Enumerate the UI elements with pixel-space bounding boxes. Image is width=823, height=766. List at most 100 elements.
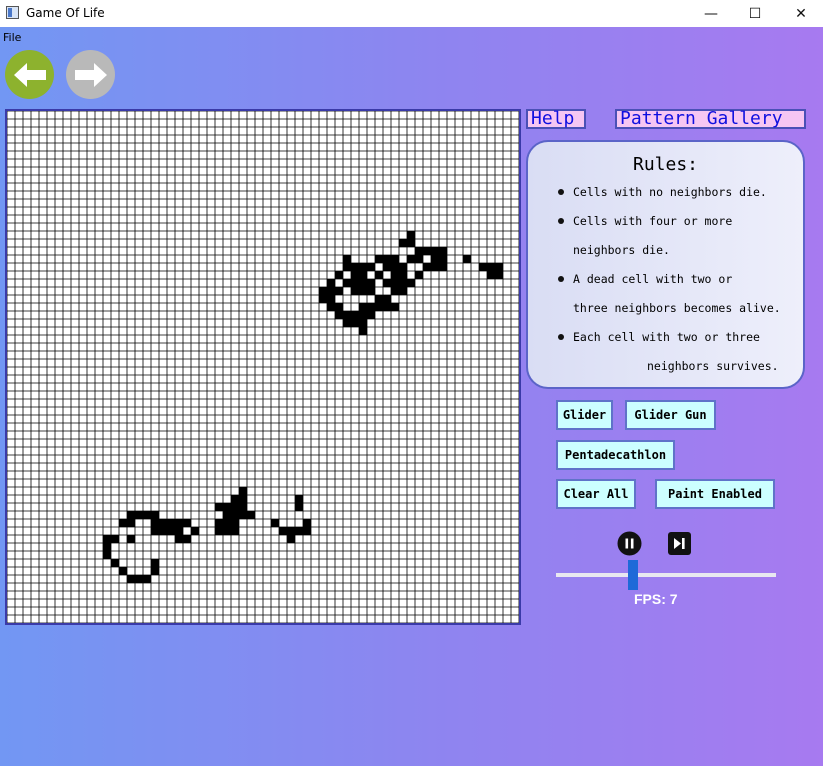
alive-cell[interactable] — [351, 271, 359, 279]
alive-cell[interactable] — [423, 263, 431, 271]
glider-button[interactable]: Glider — [556, 400, 613, 430]
alive-cell[interactable] — [415, 271, 423, 279]
alive-cell[interactable] — [151, 559, 159, 567]
alive-cell[interactable] — [359, 287, 367, 295]
alive-cell[interactable] — [335, 303, 343, 311]
alive-cell[interactable] — [167, 527, 175, 535]
alive-cell[interactable] — [351, 319, 359, 327]
alive-cell[interactable] — [127, 575, 135, 583]
alive-cell[interactable] — [407, 279, 415, 287]
alive-cell[interactable] — [407, 239, 415, 247]
alive-cell[interactable] — [183, 519, 191, 527]
alive-cell[interactable] — [135, 511, 143, 519]
cell-grid[interactable] — [7, 111, 519, 623]
alive-cell[interactable] — [127, 511, 135, 519]
alive-cell[interactable] — [383, 263, 391, 271]
game-board[interactable] — [5, 109, 521, 625]
alive-cell[interactable] — [127, 519, 135, 527]
alive-cell[interactable] — [215, 503, 223, 511]
alive-cell[interactable] — [351, 287, 359, 295]
alive-cell[interactable] — [391, 271, 399, 279]
pattern-gallery-link[interactable]: Pattern Gallery — [615, 109, 806, 129]
alive-cell[interactable] — [287, 535, 295, 543]
alive-cell[interactable] — [351, 279, 359, 287]
alive-cell[interactable] — [231, 527, 239, 535]
alive-cell[interactable] — [439, 263, 447, 271]
alive-cell[interactable] — [479, 263, 487, 271]
alive-cell[interactable] — [127, 535, 135, 543]
pause-button[interactable] — [617, 531, 642, 556]
alive-cell[interactable] — [279, 527, 287, 535]
alive-cell[interactable] — [303, 519, 311, 527]
alive-cell[interactable] — [399, 239, 407, 247]
minimize-button[interactable]: — — [688, 0, 734, 27]
alive-cell[interactable] — [463, 255, 471, 263]
alive-cell[interactable] — [415, 255, 423, 263]
alive-cell[interactable] — [343, 255, 351, 263]
alive-cell[interactable] — [367, 263, 375, 271]
alive-cell[interactable] — [319, 287, 327, 295]
alive-cell[interactable] — [151, 511, 159, 519]
alive-cell[interactable] — [271, 519, 279, 527]
alive-cell[interactable] — [175, 519, 183, 527]
alive-cell[interactable] — [103, 543, 111, 551]
alive-cell[interactable] — [319, 295, 327, 303]
alive-cell[interactable] — [335, 287, 343, 295]
alive-cell[interactable] — [383, 303, 391, 311]
alive-cell[interactable] — [231, 511, 239, 519]
clear-all-button[interactable]: Clear All — [556, 479, 636, 509]
alive-cell[interactable] — [415, 247, 423, 255]
alive-cell[interactable] — [327, 279, 335, 287]
alive-cell[interactable] — [159, 519, 167, 527]
alive-cell[interactable] — [223, 519, 231, 527]
alive-cell[interactable] — [487, 271, 495, 279]
alive-cell[interactable] — [223, 503, 231, 511]
alive-cell[interactable] — [111, 535, 119, 543]
alive-cell[interactable] — [159, 527, 167, 535]
alive-cell[interactable] — [431, 247, 439, 255]
alive-cell[interactable] — [399, 287, 407, 295]
alive-cell[interactable] — [151, 519, 159, 527]
alive-cell[interactable] — [351, 263, 359, 271]
alive-cell[interactable] — [111, 559, 119, 567]
alive-cell[interactable] — [231, 519, 239, 527]
alive-cell[interactable] — [399, 279, 407, 287]
alive-cell[interactable] — [295, 503, 303, 511]
alive-cell[interactable] — [375, 255, 383, 263]
back-button[interactable] — [5, 50, 54, 99]
alive-cell[interactable] — [399, 263, 407, 271]
alive-cell[interactable] — [143, 511, 151, 519]
help-link[interactable]: Help — [526, 109, 586, 129]
alive-cell[interactable] — [375, 295, 383, 303]
alive-cell[interactable] — [495, 263, 503, 271]
alive-cell[interactable] — [391, 303, 399, 311]
alive-cell[interactable] — [359, 311, 367, 319]
alive-cell[interactable] — [391, 263, 399, 271]
alive-cell[interactable] — [383, 295, 391, 303]
alive-cell[interactable] — [375, 271, 383, 279]
alive-cell[interactable] — [167, 519, 175, 527]
alive-cell[interactable] — [303, 527, 311, 535]
alive-cell[interactable] — [439, 247, 447, 255]
close-button[interactable]: ✕ — [778, 0, 823, 27]
alive-cell[interactable] — [399, 271, 407, 279]
alive-cell[interactable] — [407, 231, 415, 239]
alive-cell[interactable] — [343, 319, 351, 327]
alive-cell[interactable] — [383, 279, 391, 287]
alive-cell[interactable] — [351, 311, 359, 319]
forward-button[interactable] — [66, 50, 115, 99]
alive-cell[interactable] — [327, 287, 335, 295]
alive-cell[interactable] — [367, 311, 375, 319]
alive-cell[interactable] — [335, 271, 343, 279]
alive-cell[interactable] — [367, 303, 375, 311]
alive-cell[interactable] — [359, 319, 367, 327]
alive-cell[interactable] — [119, 519, 127, 527]
pentadecathlon-button[interactable]: Pentadecathlon — [556, 440, 675, 470]
alive-cell[interactable] — [367, 279, 375, 287]
alive-cell[interactable] — [231, 503, 239, 511]
alive-cell[interactable] — [359, 263, 367, 271]
alive-cell[interactable] — [327, 303, 335, 311]
alive-cell[interactable] — [119, 567, 127, 575]
menu-file[interactable]: File — [3, 31, 21, 44]
alive-cell[interactable] — [327, 295, 335, 303]
